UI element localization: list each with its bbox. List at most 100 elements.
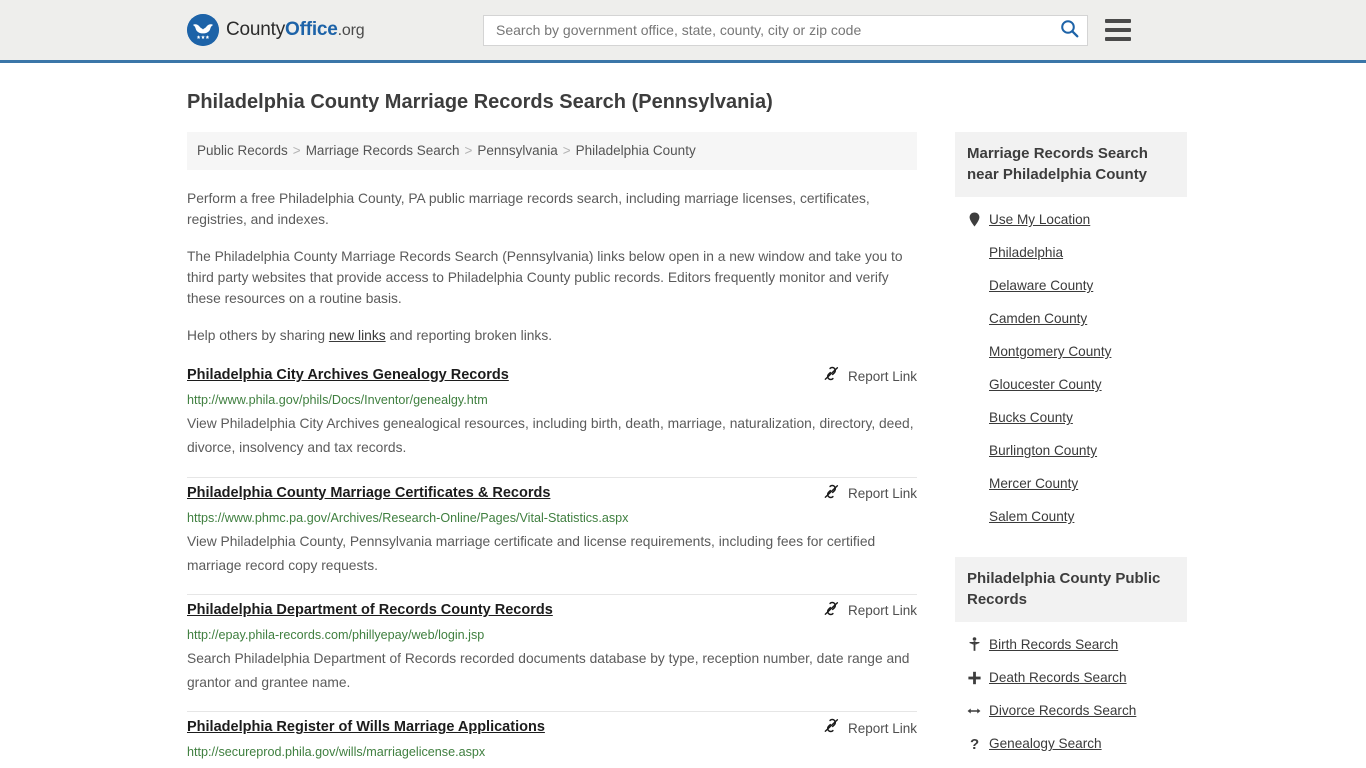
result-url: http://www.phila.gov/phils/Docs/Inventor… bbox=[187, 393, 488, 408]
sidebar-item-montgomery-county[interactable]: Montgomery County bbox=[955, 335, 1187, 368]
content-columns: Public Records > Marriage Records Search > P… bbox=[187, 132, 1187, 768]
report-link-button[interactable]: Report Link bbox=[823, 601, 917, 621]
sidebar-item-label: Use My Location bbox=[989, 212, 1091, 227]
result-url: https://www.phmc.pa.gov/Archives/Researc… bbox=[187, 510, 629, 525]
sidebar-item-label: Camden County bbox=[989, 311, 1088, 326]
breadcrumb-separator-2: > bbox=[562, 143, 571, 158]
intro-text: Perform a free Philadelphia County, PA p… bbox=[187, 188, 917, 347]
sidebar-item-philadelphia[interactable]: Philadelphia bbox=[955, 236, 1187, 269]
sidebar-item-label: Montgomery County bbox=[989, 344, 1112, 359]
results-list: Philadelphia City Archives Genealogy Rec… bbox=[187, 366, 917, 768]
hamburger-bar-1 bbox=[1105, 19, 1131, 23]
result-header: Philadelphia City Archives Genealogy Rec… bbox=[187, 366, 917, 386]
logo-text-office: Office bbox=[285, 19, 338, 40]
new-links-link[interactable]: new links bbox=[329, 328, 386, 343]
result-description: Search Philadelphia Department of Record… bbox=[187, 651, 910, 691]
logo-text-org: .org bbox=[337, 22, 365, 39]
result-header: Philadelphia Department of Records Count… bbox=[187, 601, 917, 621]
breadcrumb: Public Records > Marriage Records Search > P… bbox=[187, 132, 917, 170]
sidebar-heading-public-records: Philadelphia County Public Records bbox=[955, 557, 1187, 622]
sidebar-item-bucks-county[interactable]: Bucks County bbox=[955, 401, 1187, 434]
sidebar-item-label: Birth Records Search bbox=[989, 637, 1119, 652]
sidebar-item-birth-records-search[interactable]: Birth Records Search bbox=[955, 628, 1187, 661]
sidebar-heading-nearby: Marriage Records Search near Philadelphi… bbox=[955, 132, 1187, 197]
result-description: View Philadelphia City Archives genealog… bbox=[187, 416, 914, 456]
breadcrumb-item-3[interactable]: Philadelphia County bbox=[576, 143, 696, 158]
sidebar-item-label: Gloucester County bbox=[989, 377, 1102, 392]
page-container: Philadelphia County Marriage Records Sea… bbox=[183, 90, 1187, 768]
search-input[interactable] bbox=[494, 21, 1058, 39]
report-link-label: Report Link bbox=[847, 720, 917, 736]
result-title-link[interactable]: Philadelphia Register of Wills Marriage … bbox=[187, 718, 545, 737]
site-header: CountyOffice.org bbox=[0, 0, 1366, 63]
report-link-button[interactable]: Report Link bbox=[823, 718, 917, 738]
sidebar-item-death-records-search[interactable]: Death Records Search bbox=[955, 661, 1187, 694]
result-description: View Philadelphia Register of Wills marr… bbox=[187, 764, 917, 768]
broken-link-icon bbox=[823, 484, 840, 504]
breadcrumb-item-2[interactable]: Pennsylvania bbox=[477, 143, 557, 158]
sidebar-item-label: Mercer County bbox=[989, 476, 1079, 491]
sidebar-panel-nearby: Marriage Records Search near Philadelphi… bbox=[955, 132, 1187, 533]
report-link-label: Report Link bbox=[847, 368, 917, 384]
svg-text:?: ? bbox=[970, 736, 979, 751]
result-header: Philadelphia County Marriage Certificate… bbox=[187, 484, 917, 504]
main-column: Public Records > Marriage Records Search > P… bbox=[187, 132, 917, 768]
hamburger-menu-icon[interactable] bbox=[1105, 19, 1131, 41]
sidebar-item-genealogy-search[interactable]: ? Genealogy Search bbox=[955, 727, 1187, 760]
broken-link-icon bbox=[823, 601, 840, 621]
sidebar-item-delaware-county[interactable]: Delaware County bbox=[955, 269, 1187, 302]
intro-paragraph-3: Help others by sharing new links and rep… bbox=[187, 325, 917, 346]
result-item: Philadelphia Department of Records Count… bbox=[187, 595, 917, 713]
result-title-link[interactable]: Philadelphia City Archives Genealogy Rec… bbox=[187, 366, 509, 385]
sidebar-item-use-my-location[interactable]: Use My Location bbox=[955, 203, 1187, 236]
result-url: http://epay.phila-records.com/phillyepay… bbox=[187, 627, 485, 642]
sidebar-item-salem-county[interactable]: Salem County bbox=[955, 500, 1187, 533]
sidebar-item-label: Divorce Records Search bbox=[989, 703, 1137, 718]
breadcrumb-separator-0: > bbox=[292, 143, 301, 158]
sidebar-item-burlington-county[interactable]: Burlington County bbox=[955, 434, 1187, 467]
map-pin-icon bbox=[967, 212, 981, 227]
sidebar: Marriage Records Search near Philadelphi… bbox=[955, 132, 1187, 768]
breadcrumb-item-0[interactable]: Public Records bbox=[197, 143, 288, 158]
result-url: http://secureprod.phila.gov/wills/marria… bbox=[187, 745, 486, 760]
sidebar-item-camden-county[interactable]: Camden County bbox=[955, 302, 1187, 335]
intro-paragraph-1: Perform a free Philadelphia County, PA p… bbox=[187, 190, 870, 227]
hamburger-bar-2 bbox=[1105, 28, 1131, 32]
search-box[interactable] bbox=[483, 14, 1088, 46]
report-link-button[interactable]: Report Link bbox=[823, 484, 917, 504]
question-mark-icon: ? bbox=[967, 736, 981, 751]
intro-p3-before: Help others by sharing bbox=[187, 328, 329, 344]
sidebar-item-label: Genealogy Search bbox=[989, 736, 1102, 751]
result-description: View Philadelphia County, Pennsylvania m… bbox=[187, 533, 876, 573]
search-icon bbox=[1060, 19, 1079, 41]
sidebar-item-gloucester-county[interactable]: Gloucester County bbox=[955, 368, 1187, 401]
result-title-link[interactable]: Philadelphia County Marriage Certificate… bbox=[187, 484, 550, 503]
hamburger-bar-3 bbox=[1105, 37, 1131, 41]
sidebar-item-label: Death Records Search bbox=[989, 670, 1127, 685]
search-button[interactable] bbox=[1058, 19, 1081, 41]
sidebar-item-divorce-records-search[interactable]: Divorce Records Search bbox=[955, 694, 1187, 727]
sidebar-item-label: Bucks County bbox=[989, 410, 1073, 425]
page-title: Philadelphia County Marriage Records Sea… bbox=[187, 91, 773, 113]
site-logo[interactable]: CountyOffice.org bbox=[187, 14, 365, 46]
result-item: Philadelphia County Marriage Certificate… bbox=[187, 478, 917, 595]
broken-link-icon bbox=[823, 366, 840, 386]
breadcrumb-separator-1: > bbox=[464, 143, 473, 158]
breadcrumb-item-1[interactable]: Marriage Records Search bbox=[306, 143, 460, 158]
result-title-link[interactable]: Philadelphia Department of Records Count… bbox=[187, 601, 553, 620]
eagle-shield-icon bbox=[187, 14, 219, 46]
report-link-button[interactable]: Report Link bbox=[823, 366, 917, 386]
header-inner: CountyOffice.org bbox=[183, 0, 1183, 60]
report-link-label: Report Link bbox=[847, 486, 917, 501]
sidebar-item-label: Delaware County bbox=[989, 278, 1094, 293]
site-logo-text: CountyOffice.org bbox=[226, 19, 365, 41]
broken-link-icon bbox=[823, 718, 840, 738]
sidebar-item-mercer-county[interactable]: Mercer County bbox=[955, 467, 1187, 500]
intro-p3-after: and reporting broken links. bbox=[385, 328, 553, 344]
sidebar-list-nearby: Use My Location Philadelphia Delaware Co… bbox=[955, 203, 1187, 533]
left-right-arrow-icon bbox=[967, 705, 981, 717]
sidebar-list-public-records: Birth Records Search Death Records Searc… bbox=[955, 628, 1187, 760]
result-item: Philadelphia Register of Wills Marriage … bbox=[187, 712, 917, 768]
intro-paragraph-2: The Philadelphia County Marriage Records… bbox=[187, 248, 903, 306]
result-header: Philadelphia Register of Wills Marriage … bbox=[187, 718, 917, 738]
